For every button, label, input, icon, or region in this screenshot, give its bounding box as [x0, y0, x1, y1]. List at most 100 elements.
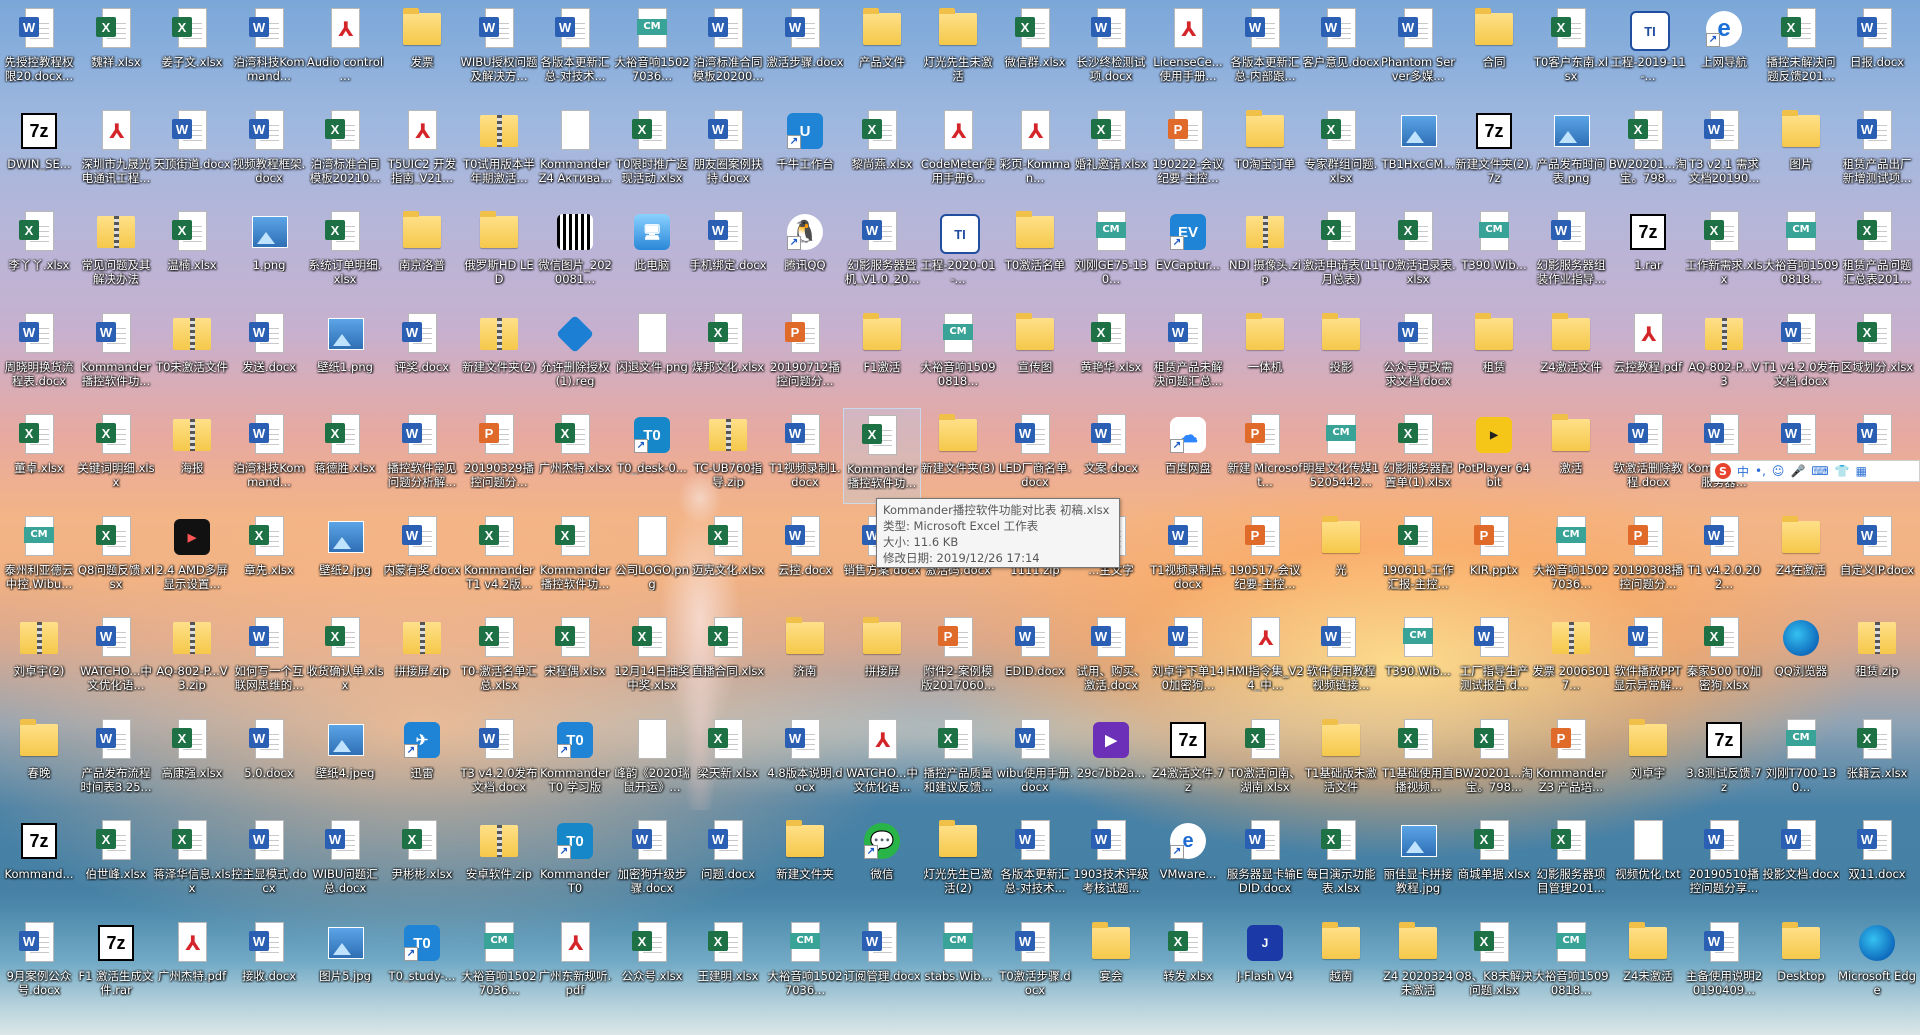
desktop-icon[interactable]: T390.Wib... [1455, 205, 1533, 301]
desktop-icon[interactable]: W 云控.docx [766, 510, 844, 606]
desktop-icon[interactable]: W 软激活删除教程.docx [1609, 408, 1687, 504]
desktop-icon[interactable]: X 姜子文.xlsx [153, 2, 231, 98]
desktop-icon[interactable]: W T1 v4.2.0发布文档.docx [1762, 307, 1840, 403]
desktop-icon[interactable]: 大裕音响15027036... [766, 916, 844, 1012]
desktop-icon[interactable]: 发票 [383, 2, 461, 98]
desktop-icon[interactable]: W Kommander 播控软件功... [77, 307, 155, 403]
desktop-icon[interactable]: P 20190308播控问题分... [1609, 510, 1687, 606]
desktop-icon[interactable]: AQ-802-P...V3 [1685, 307, 1763, 403]
desktop-icon[interactable]: T0未激活文件 [153, 307, 231, 403]
sogou-logo-icon[interactable]: S [1715, 463, 1731, 479]
desktop-icon[interactable]: X 播控产品质量和建议反馈... [919, 713, 997, 809]
desktop-icon[interactable]: W T0激活步骤.docx [996, 916, 1074, 1012]
desktop-icon[interactable]: LicenseCe...使用手册... [1149, 2, 1227, 98]
desktop-icon[interactable]: P 新建 Microsoft... [1226, 408, 1304, 504]
ime-punctuation-icon[interactable]: •, [1755, 464, 1766, 478]
ime-toolbox-icon[interactable]: ▦ [1856, 464, 1867, 478]
desktop-icon[interactable]: W 泊湾标准合同模板20200... [689, 2, 767, 98]
desktop-icon[interactable]: X 蒋德胜.xlsx [306, 408, 384, 504]
desktop-icon[interactable]: P Kommander Z3 产品培... [1532, 713, 1610, 809]
desktop-icon[interactable]: W 加密狗升级步骤.docx [613, 814, 691, 910]
desktop-icon[interactable]: X T0限时推广返现活动.xlsx [613, 104, 691, 200]
desktop-icon[interactable]: J J-Flash V4 [1226, 916, 1304, 1012]
desktop-icon[interactable]: X 激活申请表(11月总表) [1302, 205, 1380, 301]
desktop-icon[interactable]: X 幻影服务器项目管理201... [1532, 814, 1610, 910]
desktop-icon[interactable]: T5UIC2 开发指南_V21... [383, 104, 461, 200]
desktop-icon[interactable]: X 工作新需求.xlsx [1685, 205, 1763, 301]
desktop-icon[interactable]: T0激活名单 [996, 205, 1074, 301]
desktop-icon[interactable]: 云控教程.pdf [1609, 307, 1687, 403]
desktop-icon[interactable]: 壁纸1.png [306, 307, 384, 403]
desktop-icon[interactable]: W 软件使用教程视频链接... [1302, 611, 1380, 707]
desktop-icon[interactable]: X 播控未解决问题反馈201... [1762, 2, 1840, 98]
desktop-icon[interactable]: 激活 [1532, 408, 1610, 504]
desktop-icon[interactable]: X 魏祥.xlsx [77, 2, 155, 98]
desktop-icon[interactable]: 宣传图 [996, 307, 1074, 403]
desktop-icon[interactable]: W 长沙终检测试项.docx [1072, 2, 1150, 98]
desktop-icon[interactable]: X 收货确认单.xlsx [306, 611, 384, 707]
desktop-icon[interactable]: X 专家群组问题.xlsx [1302, 104, 1380, 200]
desktop-icon[interactable]: W LED厂商名单.docx [996, 408, 1074, 504]
desktop-icon[interactable]: 南京洛普 [383, 205, 461, 301]
desktop-icon[interactable]: 图片 [1762, 104, 1840, 200]
desktop-icon[interactable]: W T1视频录制1.docx [766, 408, 844, 504]
desktop-icon[interactable]: W 产品发布流程时间表3.25... [77, 713, 155, 809]
desktop-icon[interactable]: ▶ 2.4 AMD多屏显示设置... [153, 510, 231, 606]
desktop-icon[interactable]: 峰韵《2020瑞鼠开运》... [613, 713, 691, 809]
desktop-icon[interactable]: P 190517-会议纪要-主控... [1226, 510, 1304, 606]
desktop-icon[interactable]: W 泊湾科技Kommand... [230, 408, 308, 504]
desktop-icon[interactable]: X 每日演示功能表.xlsx [1302, 814, 1380, 910]
desktop-icon[interactable]: W 先授控教程权限20.docx... [0, 2, 78, 98]
desktop-icon[interactable]: X 黎尚燕.xlsx [843, 104, 921, 200]
desktop-icon[interactable]: 俄罗斯HD LED [460, 205, 538, 301]
desktop-icon[interactable]: 1.png [230, 205, 308, 301]
desktop-icon[interactable]: W 订阅管理.docx [843, 916, 921, 1012]
desktop-icon[interactable]: P 190222-会议纪要-主控... [1149, 104, 1227, 200]
desktop-icon[interactable]: W 幻影服务器暨机_V1.0_20... [843, 205, 921, 301]
desktop-icon[interactable]: 广州东新规听.pdf [536, 916, 614, 1012]
desktop-icon[interactable]: W 手机绑定.docx [689, 205, 767, 301]
desktop-icon[interactable]: X 公众号.xlsx [613, 916, 691, 1012]
desktop-icon[interactable]: W 试用、购买、激活.docx [1072, 611, 1150, 707]
desktop-icon[interactable]: 济南 [766, 611, 844, 707]
desktop-icon[interactable]: Z4 2020324未激活 [1379, 916, 1457, 1012]
desktop-icon[interactable]: X Kommander T1 v4.2版... [460, 510, 538, 606]
desktop-icon[interactable]: 丽佳显卡拼接教程.jpg [1379, 814, 1457, 910]
desktop-icon[interactable]: TC-UB760指导.zip [689, 408, 767, 504]
desktop-icon[interactable]: 7z DWIN_SE... [0, 104, 78, 200]
desktop-icon[interactable]: W Phantom Server多媒... [1379, 2, 1457, 98]
desktop-icon[interactable]: 允许删除授权(1).reg [536, 307, 614, 403]
desktop-icon[interactable]: W 如何写一个互联网思维的... [230, 611, 308, 707]
desktop-icon[interactable]: T1基础版未激活文件 [1302, 713, 1380, 809]
desktop-icon[interactable]: W 服务器显卡输EDID.docx [1226, 814, 1304, 910]
desktop-icon[interactable]: W 激活步骤.docx [766, 2, 844, 98]
desktop-icon[interactable]: 拼接屏 [843, 611, 921, 707]
desktop-icon[interactable]: X BW20201...淘宝。798... [1455, 713, 1533, 809]
desktop-icon[interactable]: T0 Kommander T0 学习版 [536, 713, 614, 809]
desktop-icon[interactable]: 💬 微信 [843, 814, 921, 910]
desktop-icon[interactable]: Z4在激活 [1762, 510, 1840, 606]
desktop-icon[interactable]: X T0激活问南、湖南.xlsx [1226, 713, 1304, 809]
desktop-icon[interactable]: W 日报.docx [1838, 2, 1916, 98]
desktop-icon[interactable]: 发票 20063017... [1532, 611, 1610, 707]
desktop-icon[interactable]: 壁纸4.jpeg [306, 713, 384, 809]
desktop-icon[interactable]: W 租赁产品未解决问题汇总... [1149, 307, 1227, 403]
desktop-icon[interactable]: W 客户意见.docx [1302, 2, 1380, 98]
desktop-icon[interactable]: 壁纸2.jpg [306, 510, 384, 606]
desktop-icon[interactable]: W 问题.docx [689, 814, 767, 910]
desktop-icon[interactable]: 刘卓宇(2) [0, 611, 78, 707]
desktop-icon[interactable]: X Q8、K8未解决问题.xlsx [1455, 916, 1533, 1012]
desktop-icon[interactable]: P 附件2-案例模版2017060... [919, 611, 997, 707]
desktop-icon[interactable]: W T1 v4.2.0.202... [1685, 510, 1763, 606]
desktop-icon[interactable]: 合同 [1455, 2, 1533, 98]
desktop-icon[interactable]: 越南 [1302, 916, 1380, 1012]
desktop-icon[interactable]: Kommander Z4 Активa... [536, 104, 614, 200]
desktop-icon[interactable]: W 天顶街道.docx [153, 104, 231, 200]
desktop-icon[interactable]: T0 T0_study-... [383, 916, 461, 1012]
desktop-icon[interactable]: 图片5.jpg [306, 916, 384, 1012]
desktop-icon[interactable]: Microsoft Edge [1838, 916, 1916, 1012]
desktop-icon[interactable]: W 工厂指导生产测试报告.d... [1455, 611, 1533, 707]
desktop-icon[interactable]: e 上网导航 [1685, 2, 1763, 98]
desktop-icon[interactable]: X 区域划分.xlsx [1838, 307, 1916, 403]
desktop-icon[interactable]: X 转发.xlsx [1149, 916, 1227, 1012]
